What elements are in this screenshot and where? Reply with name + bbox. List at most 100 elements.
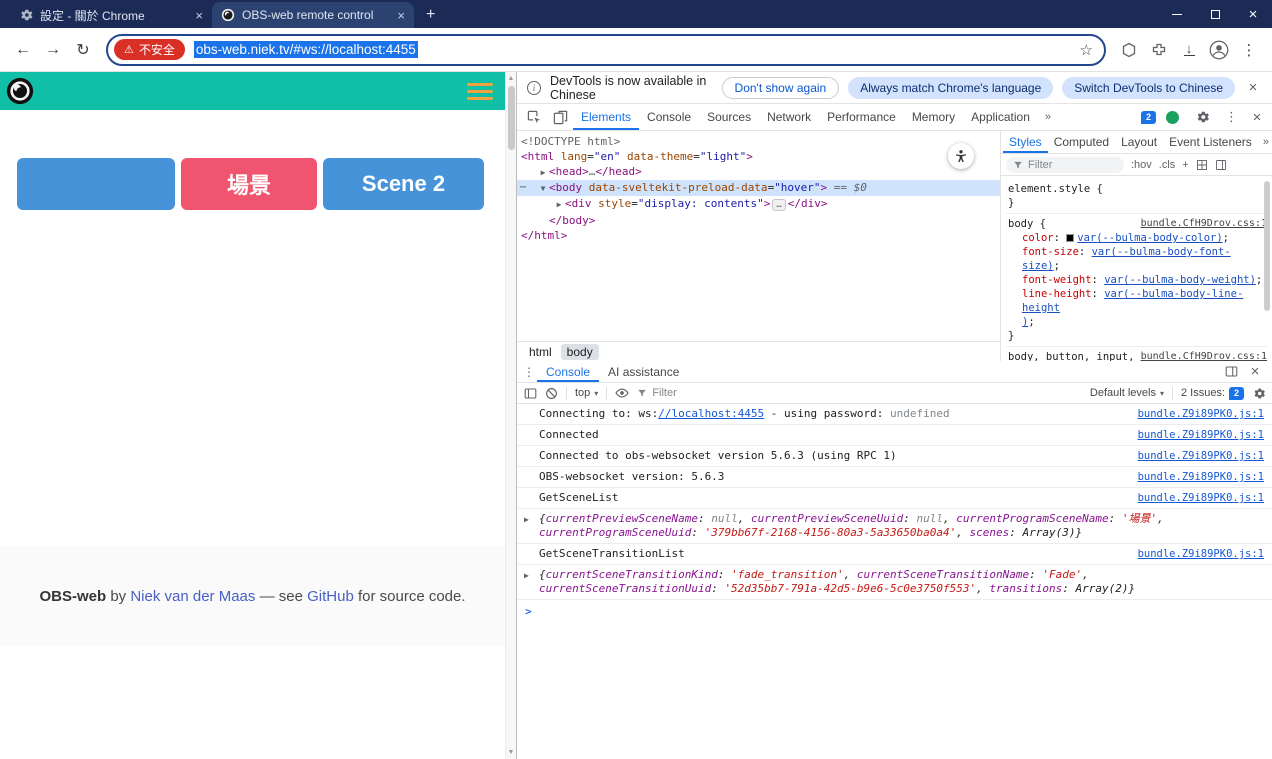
stylesheet-link[interactable]: bundle.CfH9Drov.css:1: [1141, 217, 1267, 231]
expand-arrow-icon[interactable]: ▶: [524, 569, 529, 583]
drawer-tab-console[interactable]: Console: [537, 361, 599, 382]
console-message[interactable]: bundle.Z9i89PK0.js:1Connected to obs-web…: [517, 446, 1272, 467]
scroll-up-icon[interactable]: ▲: [508, 72, 515, 85]
author-link[interactable]: Niek van der Maas: [130, 588, 255, 605]
browser-tab-settings[interactable]: 設定 - 關於 Chrome ×: [10, 2, 212, 28]
tab-close-icon[interactable]: ×: [195, 8, 203, 23]
maximize-button[interactable]: [1196, 0, 1234, 28]
console-source-link[interactable]: bundle.Z9i89PK0.js:1: [1138, 449, 1264, 463]
dock-panel-icon[interactable]: [1225, 365, 1238, 378]
devtools-tab-elements[interactable]: Elements: [573, 104, 639, 130]
devtools-menu-icon[interactable]: ⋮: [1225, 109, 1238, 125]
dom-tree-node[interactable]: ⋯▼<body data-sveltekit-preload-data="hov…: [517, 180, 1000, 196]
devtools-tab-application[interactable]: Application: [963, 104, 1038, 130]
menu-hamburger-icon[interactable]: [467, 83, 493, 100]
tab-close-icon[interactable]: ×: [397, 8, 405, 23]
css-property[interactable]: color: var(--bulma-body-color);: [1008, 231, 1267, 245]
drawer-close-icon[interactable]: ×: [1246, 363, 1264, 380]
bookmark-star-icon[interactable]: ☆: [1080, 41, 1099, 59]
console-message[interactable]: bundle.Z9i89PK0.js:1Connecting to: ws://…: [517, 404, 1272, 425]
minimize-button[interactable]: [1158, 0, 1196, 28]
inspect-element-icon[interactable]: [521, 104, 547, 130]
downloads-icon[interactable]: ↓: [1174, 35, 1204, 65]
console-message[interactable]: bundle.Z9i89PK0.js:1Connected: [517, 425, 1272, 446]
expand-arrow-icon[interactable]: ▶: [537, 165, 549, 180]
messages-badge[interactable]: 2: [1141, 111, 1156, 124]
dom-tree-node[interactable]: </html>: [517, 228, 1000, 243]
console-message[interactable]: ▶{currentPreviewSceneName: null, current…: [517, 509, 1272, 544]
stylesheet-link[interactable]: bundle.CfH9Drov.css:1: [1141, 350, 1267, 361]
computed-panel-icon[interactable]: [1215, 159, 1227, 171]
breadcrumb-item-html[interactable]: html: [523, 344, 558, 360]
console-filter-input[interactable]: Filter: [637, 387, 676, 399]
security-badge[interactable]: ⚠不安全: [114, 39, 185, 60]
settings-gear-icon[interactable]: [1189, 104, 1215, 130]
styles-more-tabs-icon[interactable]: »: [1258, 136, 1272, 148]
log-levels-dropdown[interactable]: Default levels▾: [1090, 387, 1164, 399]
console-prompt[interactable]: >: [517, 600, 1272, 623]
devtools-tab-network[interactable]: Network: [759, 104, 819, 130]
scene-button-1[interactable]: [17, 158, 175, 210]
console-message[interactable]: bundle.Z9i89PK0.js:1GetSceneList: [517, 488, 1272, 509]
window-close-button[interactable]: ×: [1234, 0, 1272, 28]
scroll-down-icon[interactable]: ▼: [508, 746, 515, 759]
profile-avatar-icon[interactable]: [1204, 35, 1234, 65]
devtools-tab-performance[interactable]: Performance: [819, 104, 904, 130]
dom-tree-node[interactable]: <html lang="en" data-theme="light">: [517, 149, 1000, 164]
styles-tab-event-listeners[interactable]: Event Listeners: [1163, 131, 1258, 153]
new-style-rule-icon[interactable]: +: [1182, 159, 1188, 171]
devtools-tab-console[interactable]: Console: [639, 104, 699, 130]
styles-scrollbar[interactable]: [1264, 181, 1270, 311]
dom-tree-node[interactable]: <!DOCTYPE html>: [517, 134, 1000, 149]
console-message[interactable]: ▶{currentSceneTransitionKind: 'fade_tran…: [517, 565, 1272, 600]
node-overflow-icon[interactable]: ⋯: [520, 180, 526, 195]
notice-close-icon[interactable]: ×: [1244, 79, 1262, 96]
css-property[interactable]: line-height: var(--bulma-body-line-heigh…: [1008, 287, 1267, 329]
reload-button[interactable]: ↻: [68, 35, 98, 65]
color-swatch[interactable]: [1066, 234, 1074, 242]
context-selector[interactable]: top▾: [575, 387, 598, 399]
device-toolbar-icon[interactable]: [547, 104, 573, 130]
more-tabs-icon[interactable]: »: [1038, 111, 1058, 123]
back-button[interactable]: ←: [8, 35, 38, 65]
issues-link[interactable]: 2 Issues:2: [1181, 387, 1244, 400]
browser-tab-obs-web[interactable]: OBS-web remote control ×: [212, 2, 414, 28]
extension-icon-1[interactable]: [1114, 35, 1144, 65]
scene-button-2[interactable]: 場景: [181, 158, 317, 210]
dom-tree-node[interactable]: ▶<head>…</head>: [517, 164, 1000, 180]
github-link[interactable]: GitHub: [307, 588, 354, 605]
live-expression-eye-icon[interactable]: [615, 386, 629, 400]
expand-arrow-icon[interactable]: ▶: [524, 513, 529, 527]
styles-filter-input[interactable]: Filter: [1006, 157, 1124, 173]
scrollbar-thumb[interactable]: [508, 86, 515, 150]
new-tab-button[interactable]: +: [414, 2, 447, 28]
breadcrumb-item-body[interactable]: body: [561, 344, 599, 360]
drawer-menu-icon[interactable]: ⋮: [521, 365, 537, 379]
drawer-tab-ai-assistance[interactable]: AI assistance: [599, 361, 688, 382]
console-source-link[interactable]: bundle.Z9i89PK0.js:1: [1138, 428, 1264, 442]
match-language-button[interactable]: Always match Chrome's language: [848, 77, 1053, 99]
browser-menu-icon[interactable]: ⋮: [1234, 35, 1264, 65]
css-property[interactable]: font-weight: var(--bulma-body-weight);: [1008, 273, 1267, 287]
console-source-link[interactable]: bundle.Z9i89PK0.js:1: [1138, 407, 1264, 421]
status-dot-icon[interactable]: [1166, 111, 1179, 124]
devtools-tab-sources[interactable]: Sources: [699, 104, 759, 130]
forward-button[interactable]: →: [38, 35, 68, 65]
extension-icon-2[interactable]: [1144, 35, 1174, 65]
page-scrollbar[interactable]: ▲ ▼: [505, 72, 516, 759]
console-source-link[interactable]: bundle.Z9i89PK0.js:1: [1138, 491, 1264, 505]
switch-to-chinese-button[interactable]: Switch DevTools to Chinese: [1062, 77, 1235, 99]
url-text[interactable]: obs-web.niek.tv/#ws://localhost:4455: [194, 41, 418, 58]
clear-console-icon[interactable]: [545, 387, 558, 400]
console-message[interactable]: bundle.Z9i89PK0.js:1GetSceneTransitionLi…: [517, 544, 1272, 565]
class-toggle[interactable]: .cls: [1159, 159, 1176, 171]
console-source-link[interactable]: bundle.Z9i89PK0.js:1: [1138, 547, 1264, 561]
grid-icon[interactable]: [1196, 159, 1208, 171]
dont-show-again-button[interactable]: Don't show again: [722, 77, 840, 99]
console-settings-gear-icon[interactable]: [1252, 387, 1265, 400]
styles-tab-computed[interactable]: Computed: [1048, 131, 1115, 153]
hover-state-toggle[interactable]: :hov: [1131, 159, 1152, 171]
dom-tree-node[interactable]: </body>: [517, 213, 1000, 228]
styles-tab-layout[interactable]: Layout: [1115, 131, 1163, 153]
expand-arrow-icon[interactable]: ▶: [553, 197, 565, 212]
